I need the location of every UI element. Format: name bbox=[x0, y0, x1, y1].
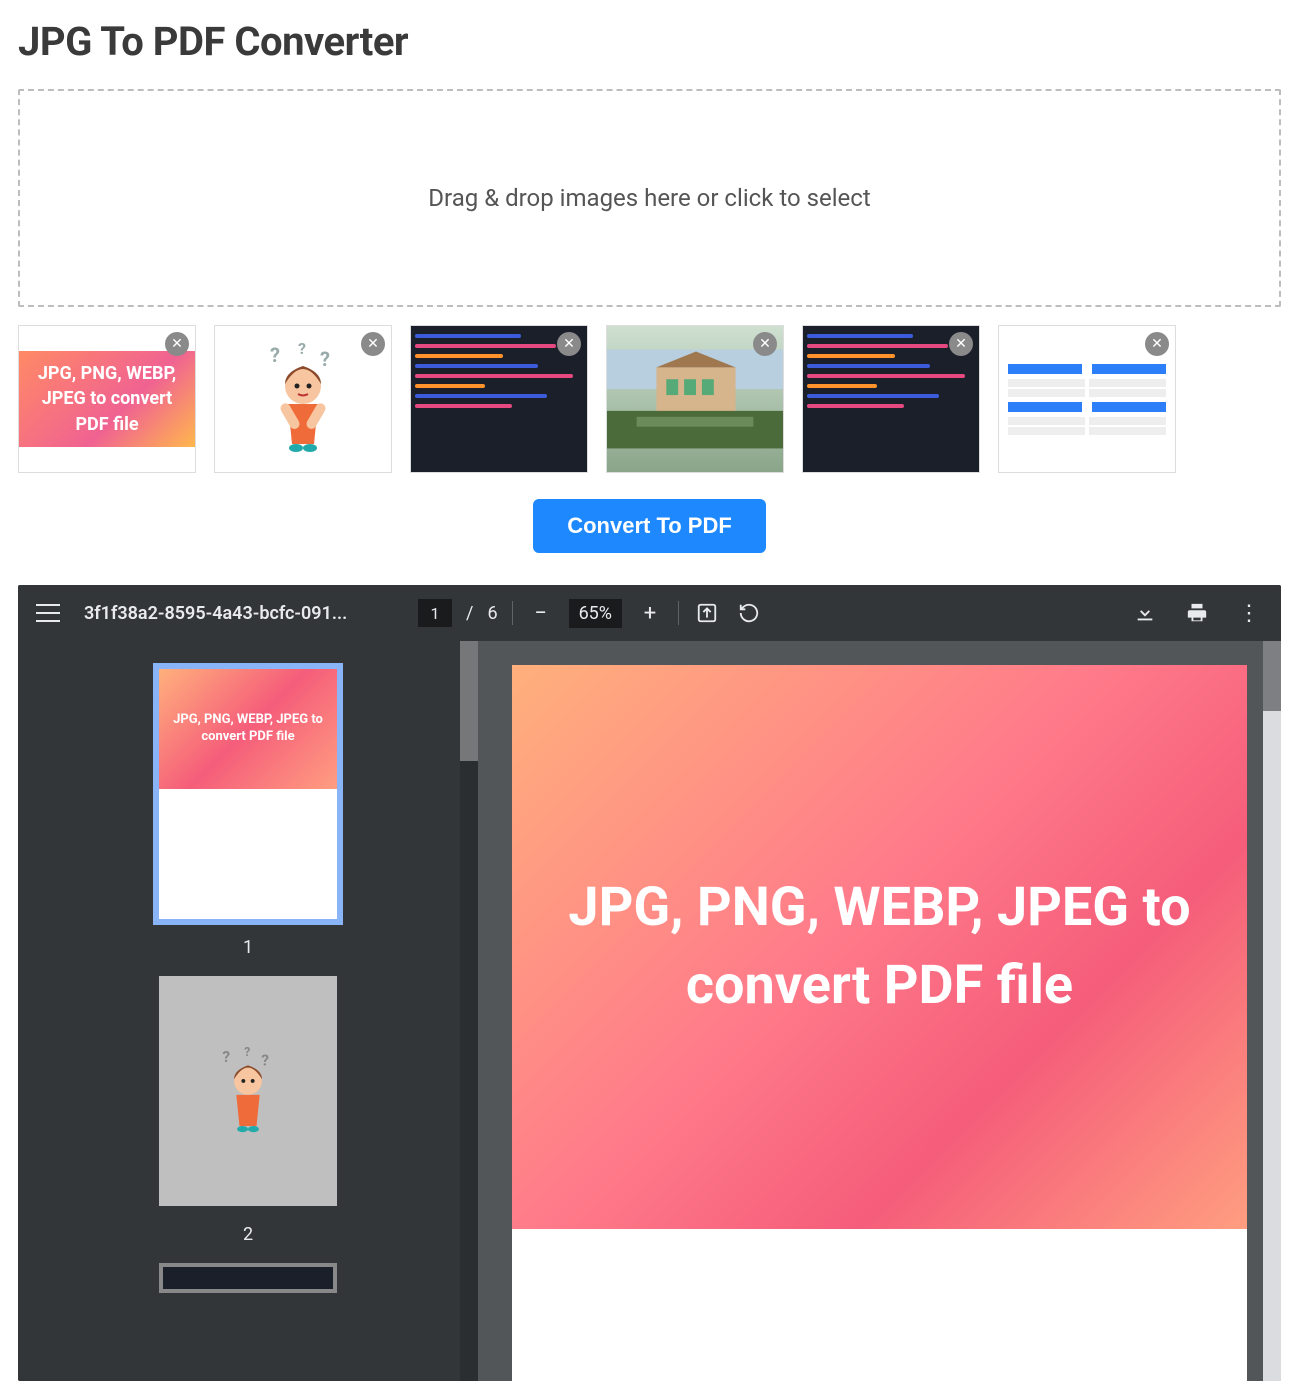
svg-text:?: ? bbox=[222, 1048, 230, 1066]
svg-text:?: ? bbox=[298, 339, 306, 358]
download-icon[interactable] bbox=[1131, 599, 1159, 627]
pdf-page-1: JPG, PNG, WEBP, JPEG to convert PDF file bbox=[512, 665, 1247, 1381]
print-icon[interactable] bbox=[1183, 599, 1211, 627]
page-number-2: 2 bbox=[243, 1224, 253, 1245]
thumbnail-1-text: JPG, PNG, WEBP, JPEG to convert PDF file bbox=[19, 351, 195, 447]
thumbnail-2[interactable]: ✕ ? ? ? bbox=[214, 325, 392, 473]
zoom-out-button[interactable]: − bbox=[527, 599, 555, 627]
cartoon-girl-icon: ? ? ? bbox=[258, 344, 348, 454]
dropzone-text: Drag & drop images here or click to sele… bbox=[428, 184, 870, 212]
page-thumbnail-3[interactable] bbox=[159, 1263, 337, 1293]
rotate-icon[interactable] bbox=[735, 599, 763, 627]
fit-page-icon[interactable] bbox=[693, 599, 721, 627]
close-icon[interactable]: ✕ bbox=[949, 332, 973, 356]
close-icon[interactable]: ✕ bbox=[753, 332, 777, 356]
close-icon[interactable]: ✕ bbox=[361, 332, 385, 356]
current-page-input[interactable]: 1 bbox=[418, 599, 452, 627]
page-thumbnail-1[interactable]: JPG, PNG, WEBP, JPEG to convert PDF file bbox=[159, 669, 337, 919]
viewer-sidebar[interactable]: JPG, PNG, WEBP, JPEG to convert PDF file… bbox=[18, 641, 478, 1381]
svg-text:?: ? bbox=[261, 1051, 269, 1069]
svg-text:?: ? bbox=[320, 347, 330, 371]
page-separator: / bbox=[466, 603, 473, 624]
close-icon[interactable]: ✕ bbox=[1145, 332, 1169, 356]
thumbnail-3[interactable]: ✕ bbox=[410, 325, 588, 473]
main-scrollbar-track[interactable] bbox=[1263, 641, 1281, 1381]
viewer-filename: 3f1f38a2-8595-4a43-bcfc-091... bbox=[84, 603, 384, 624]
page-title: JPG To PDF Converter bbox=[18, 18, 1281, 65]
thumbnail-4[interactable]: ✕ bbox=[606, 325, 784, 473]
thumbnail-5[interactable]: ✕ bbox=[802, 325, 980, 473]
close-icon[interactable]: ✕ bbox=[557, 332, 581, 356]
separator bbox=[678, 601, 679, 625]
hero-text: JPG, PNG, WEBP, JPEG to convert PDF file bbox=[512, 665, 1247, 1229]
close-icon[interactable]: ✕ bbox=[165, 332, 189, 356]
page-thumbnail-1-content: JPG, PNG, WEBP, JPEG to convert PDF file bbox=[159, 669, 337, 789]
svg-text:?: ? bbox=[244, 1046, 250, 1060]
svg-text:?: ? bbox=[270, 343, 280, 367]
main-scrollbar-thumb[interactable] bbox=[1263, 641, 1281, 711]
villa-photo-icon bbox=[607, 349, 783, 449]
thumbnail-1[interactable]: ✕ JPG, PNG, WEBP, JPEG to convert PDF fi… bbox=[18, 325, 196, 473]
viewer-main[interactable]: JPG, PNG, WEBP, JPEG to convert PDF file bbox=[478, 641, 1281, 1381]
zoom-in-button[interactable]: + bbox=[636, 599, 664, 627]
dropzone[interactable]: Drag & drop images here or click to sele… bbox=[18, 89, 1281, 307]
thumbnail-row: ✕ JPG, PNG, WEBP, JPEG to convert PDF fi… bbox=[18, 325, 1281, 473]
cartoon-girl-icon: ? ? ? bbox=[213, 1046, 283, 1136]
zoom-level[interactable]: 65% bbox=[569, 599, 622, 628]
page-number-1: 1 bbox=[243, 937, 253, 958]
pdf-viewer: 3f1f38a2-8595-4a43-bcfc-091... 1 / 6 − 6… bbox=[18, 585, 1281, 1381]
more-icon[interactable]: ⋮ bbox=[1235, 599, 1263, 627]
total-pages: 6 bbox=[487, 603, 497, 624]
sidebar-scrollbar-thumb[interactable] bbox=[460, 641, 478, 761]
separator bbox=[512, 601, 513, 625]
thumbnail-6[interactable]: ✕ bbox=[998, 325, 1176, 473]
menu-icon[interactable] bbox=[36, 604, 60, 622]
viewer-toolbar: 3f1f38a2-8595-4a43-bcfc-091... 1 / 6 − 6… bbox=[18, 585, 1281, 641]
page-thumbnail-2[interactable]: ? ? ? bbox=[159, 976, 337, 1206]
convert-button[interactable]: Convert To PDF bbox=[533, 499, 766, 553]
